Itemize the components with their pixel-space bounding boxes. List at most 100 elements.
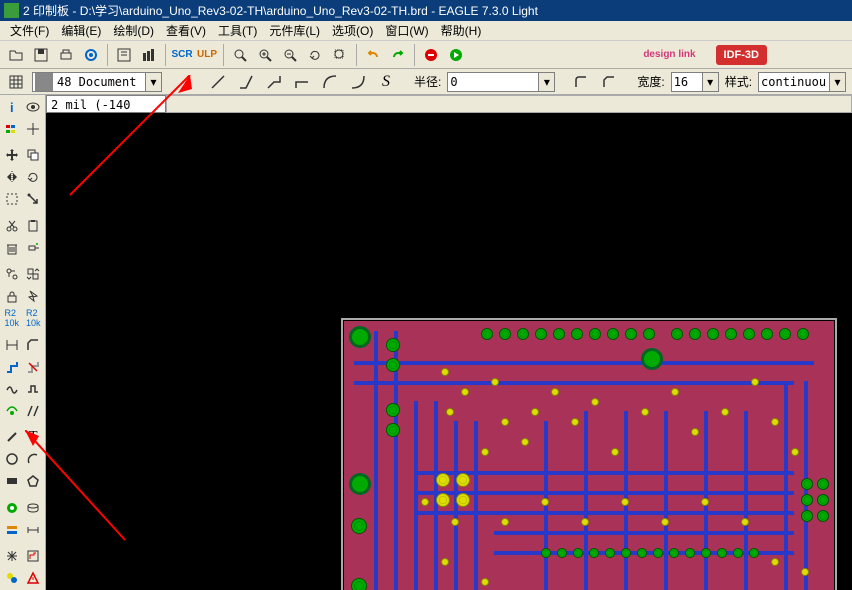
- width-label: 宽度:: [635, 73, 666, 90]
- drc-tool[interactable]: [24, 568, 44, 588]
- polygon-tool[interactable]: [24, 471, 44, 491]
- style-input[interactable]: [759, 73, 829, 91]
- cam-button[interactable]: [79, 43, 103, 67]
- show-tool[interactable]: [24, 97, 44, 117]
- menu-file[interactable]: 文件(F): [4, 20, 55, 41]
- arc-tool[interactable]: [24, 449, 44, 469]
- line-tool[interactable]: [2, 427, 22, 447]
- stop-button[interactable]: [419, 43, 443, 67]
- menu-window[interactable]: 窗口(W): [379, 20, 434, 41]
- menu-view[interactable]: 查看(V): [160, 20, 212, 41]
- menu-options[interactable]: 选项(O): [326, 20, 379, 41]
- replace-tool[interactable]: [24, 264, 44, 284]
- radius-field[interactable]: ▾: [447, 72, 555, 92]
- wirestyle-1[interactable]: [178, 70, 202, 94]
- mark-tool[interactable]: [24, 119, 44, 139]
- layer-dropdown-icon[interactable]: ▾: [145, 73, 161, 91]
- wirestyle-3[interactable]: [234, 70, 258, 94]
- rect-tool[interactable]: [2, 471, 22, 491]
- split-tool[interactable]: [2, 335, 22, 355]
- grid-button[interactable]: [4, 70, 28, 94]
- open-button[interactable]: [4, 43, 28, 67]
- canvas[interactable]: [46, 113, 852, 590]
- menu-tools[interactable]: 工具(T): [212, 20, 263, 41]
- menu-edit[interactable]: 编辑(E): [55, 20, 107, 41]
- ripup-tool[interactable]: [24, 357, 44, 377]
- redo-button[interactable]: [386, 43, 410, 67]
- layer-selector[interactable]: ▾: [32, 72, 162, 92]
- redraw-button[interactable]: [303, 43, 327, 67]
- lock-tool[interactable]: [2, 286, 22, 306]
- layer-input[interactable]: [55, 73, 145, 91]
- scr-button[interactable]: SCR: [170, 43, 194, 67]
- ratsnest-tool[interactable]: [2, 546, 22, 566]
- miter-straight-button[interactable]: [597, 70, 621, 94]
- smash-tool[interactable]: [24, 286, 44, 306]
- main-toolbar: SCR ULP design link PCB QUOTE IDF-3D: [0, 41, 852, 69]
- zoom-in-button[interactable]: [253, 43, 277, 67]
- route-tool[interactable]: [2, 357, 22, 377]
- wirestyle-6[interactable]: [318, 70, 342, 94]
- info-tool[interactable]: i: [2, 97, 22, 117]
- wirestyle-5[interactable]: [290, 70, 314, 94]
- titlebar: 2 印制板 - D:\学习\arduino_Uno_Rev3-02-TH\ard…: [0, 0, 852, 21]
- paste-tool[interactable]: [24, 216, 44, 236]
- text-tool[interactable]: T: [24, 427, 44, 447]
- drill-tool[interactable]: [24, 498, 44, 518]
- rotate-tool[interactable]: [24, 167, 44, 187]
- schematic-button[interactable]: [112, 43, 136, 67]
- signal-tool[interactable]: [24, 379, 44, 399]
- go-button[interactable]: [444, 43, 468, 67]
- wirestyle-8[interactable]: S: [374, 70, 398, 94]
- idf3d-button[interactable]: IDF-3D: [716, 45, 767, 65]
- style-dropdown-icon[interactable]: ▾: [829, 73, 845, 91]
- move-tool[interactable]: [2, 145, 22, 165]
- board-button[interactable]: [137, 43, 161, 67]
- radius-input[interactable]: [448, 73, 538, 91]
- menu-library[interactable]: 元件库(L): [263, 20, 326, 41]
- group-tool[interactable]: [2, 189, 22, 209]
- undo-button[interactable]: [361, 43, 385, 67]
- auto-tool[interactable]: [24, 546, 44, 566]
- wirestyle-4[interactable]: [262, 70, 286, 94]
- menu-help[interactable]: 帮助(H): [435, 20, 488, 41]
- display-tool[interactable]: [2, 119, 22, 139]
- wire-tool[interactable]: [2, 379, 22, 399]
- title-text: 印制板 - D:\学习\arduino_Uno_Rev3-02-TH\ardui…: [33, 2, 538, 19]
- zoom-select-button[interactable]: [328, 43, 352, 67]
- zoom-fit-button[interactable]: [228, 43, 252, 67]
- copy-tool[interactable]: [24, 145, 44, 165]
- circle-tool[interactable]: [2, 449, 22, 469]
- menu-draw[interactable]: 绘制(D): [107, 20, 160, 41]
- value-tool[interactable]: R210k: [24, 308, 44, 328]
- width-dropdown-icon[interactable]: ▾: [702, 73, 718, 91]
- via-tool[interactable]: [2, 401, 22, 421]
- dimension-tool[interactable]: [24, 520, 44, 540]
- width-input[interactable]: [672, 73, 702, 91]
- cut-tool[interactable]: [2, 216, 22, 236]
- ruler-horizontal: [166, 95, 852, 113]
- add-tool[interactable]: [24, 238, 44, 258]
- miter-tool[interactable]: [24, 335, 44, 355]
- ulp-button[interactable]: ULP: [195, 43, 219, 67]
- pinswap-tool[interactable]: [2, 264, 22, 284]
- erc-tool[interactable]: [2, 568, 22, 588]
- hole-tool[interactable]: [24, 401, 44, 421]
- style-field[interactable]: ▾: [758, 72, 846, 92]
- delete-tool[interactable]: [2, 238, 22, 258]
- miter-round-button[interactable]: [569, 70, 593, 94]
- save-button[interactable]: [29, 43, 53, 67]
- radius-dropdown-icon[interactable]: ▾: [538, 73, 554, 91]
- style-label: 样式:: [723, 73, 754, 90]
- designlink-button[interactable]: design link: [637, 45, 701, 65]
- wirestyle-7[interactable]: [346, 70, 370, 94]
- zoom-out-button[interactable]: [278, 43, 302, 67]
- mirror-tool[interactable]: [2, 167, 22, 187]
- width-field[interactable]: ▾: [671, 72, 719, 92]
- name-tool[interactable]: R210k: [2, 308, 22, 328]
- pad-via-tool[interactable]: [2, 498, 22, 518]
- wirestyle-2[interactable]: [206, 70, 230, 94]
- attribute-tool[interactable]: [2, 520, 22, 540]
- print-button[interactable]: [54, 43, 78, 67]
- change-tool[interactable]: [24, 189, 44, 209]
